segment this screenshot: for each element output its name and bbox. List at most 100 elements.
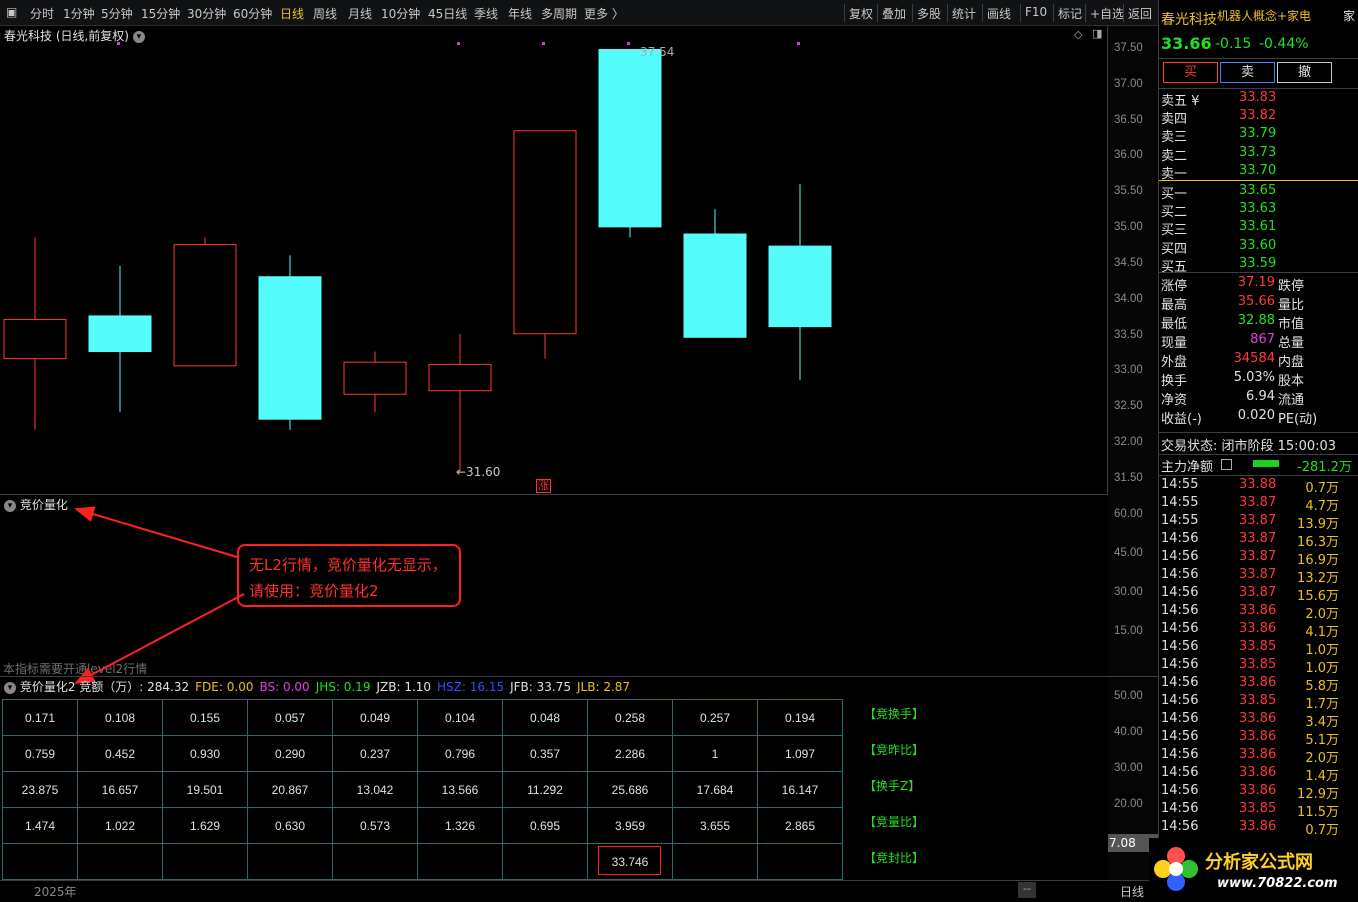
table-cell: 23.875 (2, 771, 78, 808)
candle-body[interactable] (513, 130, 577, 335)
orderbook-price[interactable]: 33.59 (1239, 256, 1276, 271)
period-footer-label[interactable]: 日线 (1120, 883, 1144, 900)
table-cell: 0.155 (162, 699, 248, 736)
tick-row: 14:56 33.85 1.0万 (1160, 639, 1356, 658)
period-tab-13[interactable]: 多周期 (541, 5, 577, 22)
period-tab-7[interactable]: 周线 (313, 5, 337, 22)
tick-volume: 12.9万 (1297, 787, 1339, 802)
flow-bar (1253, 460, 1279, 467)
scroll-handle[interactable]: -- (1018, 882, 1036, 898)
stat-label: 涨停 (1161, 279, 1188, 294)
table-cell: 0.930 (162, 735, 248, 772)
last-price: 33.66 (1161, 34, 1212, 53)
row-label: 【换手Z】 (864, 779, 921, 793)
flow-chart-icon[interactable] (1221, 459, 1232, 470)
tick-price: 33.86 (1239, 765, 1277, 780)
candle-body[interactable] (768, 245, 832, 328)
table-cell: 0.258 (587, 699, 673, 736)
tick-time: 14:56 (1161, 765, 1199, 780)
signal-dot (797, 42, 800, 45)
summary-value: 33.75 (536, 680, 571, 694)
toolbar-button-0[interactable]: 复权 (849, 5, 873, 22)
toolbar-button-1[interactable]: 叠加 (882, 5, 906, 22)
tick-volume: 1.0万 (1305, 661, 1339, 676)
summary-label: JZB: (376, 680, 405, 694)
period-tab-4[interactable]: 30分钟 (187, 5, 226, 22)
period-tab-1[interactable]: 1分钟 (63, 5, 95, 22)
chevron-down-icon[interactable]: ▾ (4, 681, 16, 694)
orderbook-price[interactable]: 33.63 (1239, 201, 1276, 216)
candle-body[interactable] (428, 363, 492, 392)
toolbar-button-7[interactable]: +自选 (1090, 5, 1124, 22)
tick-row: 14:56 33.85 11.5万 (1160, 801, 1356, 820)
period-tab-2[interactable]: 5分钟 (101, 5, 133, 22)
extra-tag[interactable]: 家 (1343, 7, 1355, 24)
axis-tick-label: 45.00 (1114, 547, 1143, 559)
summary-label: HSZ: (437, 680, 470, 694)
menu-icon[interactable]: ▣ (6, 5, 17, 19)
candle-body[interactable] (3, 318, 67, 360)
orderbook-price[interactable]: 33.70 (1239, 163, 1276, 178)
table-cell (502, 843, 588, 880)
divider (1159, 475, 1358, 476)
period-tab-5[interactable]: 60分钟 (233, 5, 272, 22)
stat-label: PE(动) (1278, 412, 1318, 427)
period-tab-6[interactable]: 日线 (280, 5, 304, 22)
candle-body[interactable] (683, 233, 747, 338)
period-tab-8[interactable]: 月线 (348, 5, 372, 22)
orderbook-price[interactable]: 33.83 (1239, 90, 1276, 105)
row-label: 【竞昨比】 (864, 743, 925, 757)
tick-volume: 5.8万 (1305, 679, 1339, 694)
orderbook-price[interactable]: 33.79 (1239, 126, 1276, 141)
candle-body[interactable] (258, 276, 322, 420)
stat-label: 净资 (1161, 393, 1188, 408)
stat-label: 量比 (1278, 298, 1305, 313)
period-tab-9[interactable]: 10分钟 (381, 5, 420, 22)
stat-value: 0.020 (1237, 408, 1275, 423)
auction-table: 0.171 0.108 0.155 0.057 0.049 0.104 0.048 0.258… (2, 699, 843, 880)
orderbook-price[interactable]: 33.73 (1239, 145, 1276, 160)
period-tab-12[interactable]: 年线 (508, 5, 532, 22)
axis-tick-label: 36.50 (1114, 113, 1143, 126)
period-tab-11[interactable]: 季线 (474, 5, 498, 22)
tick-volume: 1.0万 (1305, 643, 1339, 658)
tick-time: 14:56 (1161, 603, 1199, 618)
candle-body[interactable] (173, 244, 237, 367)
cancel-button[interactable]: 撤 (1277, 62, 1332, 83)
orderbook-price[interactable]: 33.82 (1239, 108, 1276, 123)
low-price-label: ←31.60 (456, 465, 501, 479)
orderbook-price[interactable]: 33.61 (1239, 219, 1276, 234)
period-tab-14[interactable]: 更多 〉 (584, 5, 624, 22)
signal-dot (627, 42, 630, 45)
sell-button[interactable]: 卖 (1220, 62, 1275, 83)
candle-body[interactable] (598, 49, 662, 228)
summary-value: 0.00 (226, 680, 254, 694)
period-tab-0[interactable]: 分时 (30, 5, 54, 22)
orderbook-price[interactable]: 33.65 (1239, 183, 1276, 198)
timeline-year: 2025年 (34, 885, 77, 899)
table-cell: 17.684 (672, 771, 758, 808)
toolbar-button-6[interactable]: 标记 (1058, 5, 1082, 22)
toolbar-button-3[interactable]: 统计 (952, 5, 976, 22)
orderbook-price[interactable]: 33.60 (1239, 238, 1276, 253)
orderbook-label: 卖四 (1161, 112, 1188, 128)
stock-concepts[interactable]: 机器人概念+家电 (1217, 7, 1311, 24)
toolbar-button-4[interactable]: 画线 (987, 5, 1011, 22)
table-cell: 0.759 (2, 735, 78, 772)
toolbar-separator (1020, 4, 1021, 22)
toolbar-button-5[interactable]: F10 (1025, 5, 1047, 19)
arrow-to-indicator2 (74, 593, 245, 684)
candle-body[interactable] (343, 361, 407, 395)
period-tab-3[interactable]: 15分钟 (141, 5, 180, 22)
tick-time: 14:55 (1161, 513, 1199, 528)
buy-button[interactable]: 买 (1163, 62, 1218, 83)
table-cell: 1.022 (77, 807, 163, 844)
toolbar-separator (912, 4, 913, 22)
candle-body[interactable] (88, 315, 152, 353)
period-tab-10[interactable]: 45日线 (428, 5, 467, 22)
indicator2-name: 竞价量化2 (19, 680, 76, 694)
price-change-pct: -0.44% (1259, 36, 1309, 52)
toolbar-button-2[interactable]: 多股 (917, 5, 941, 22)
toolbar-button-8[interactable]: 返回 (1128, 5, 1152, 22)
indicator2-header[interactable]: ▾ 竞价量化2 竞额（万）: 284.32 FDE: 0.00 BS: 0.00 JH… (4, 678, 636, 695)
